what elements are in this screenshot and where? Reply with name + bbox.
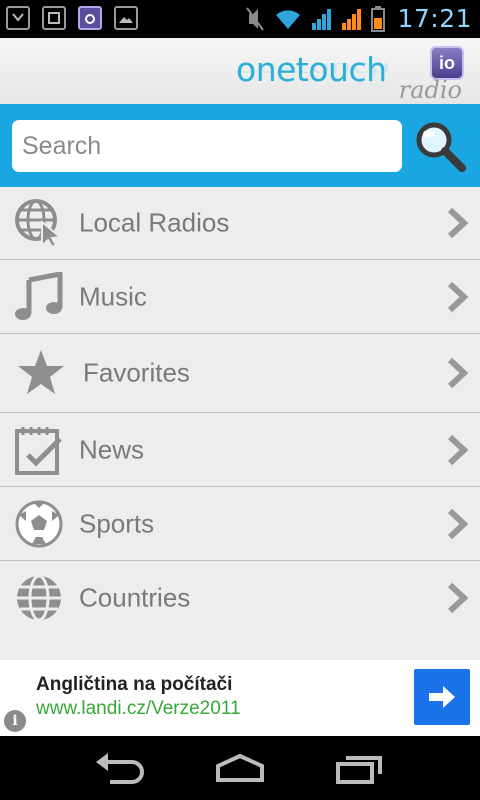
logo-subtitle: radio — [398, 76, 462, 104]
download-notification-icon — [6, 6, 30, 30]
logo-reflection: onetouch — [236, 58, 391, 80]
chevron-right-icon — [447, 281, 468, 312]
wifi-icon — [276, 9, 301, 29]
menu-item-label: Local Radios — [79, 207, 230, 238]
home-icon — [216, 753, 264, 782]
menu-item-label: News — [79, 434, 145, 464]
chevron-right-icon — [447, 207, 468, 239]
app-notification-icon — [42, 6, 66, 30]
system-icons: 17:21 — [245, 4, 472, 33]
search-bar — [0, 104, 480, 187]
navigation-bar — [0, 736, 480, 800]
music-note-icon — [15, 271, 63, 320]
search-button[interactable] — [412, 118, 468, 174]
chevron-right-icon — [447, 582, 468, 614]
recent-apps-button[interactable] — [330, 750, 390, 786]
menu-item-news[interactable]: News — [0, 413, 480, 487]
logo-badge: io — [430, 46, 464, 80]
globe-cursor-icon — [15, 199, 63, 248]
mute-icon — [246, 6, 265, 31]
menu-item-label: Sports — [79, 508, 155, 538]
search-input[interactable] — [12, 120, 402, 172]
menu-item-countries[interactable]: Countries — [0, 561, 480, 635]
app-header: onetouch onetouch io radio — [0, 38, 480, 104]
home-button[interactable] — [210, 750, 270, 786]
ad-title[interactable]: Angličtina na počítači — [36, 674, 232, 696]
soccer-ball-icon — [15, 500, 63, 547]
menu-item-local-radios[interactable]: Local Radios — [0, 187, 480, 260]
radio-notification-icon — [78, 6, 102, 30]
arrow-right-icon — [429, 686, 455, 708]
menu-item-label: Favorites — [83, 357, 190, 388]
menu-item-music[interactable]: Music — [0, 260, 480, 334]
menu-item-label: Countries — [79, 582, 191, 613]
menu-item-label: Music — [79, 281, 147, 311]
signal-icon — [312, 8, 332, 30]
chevron-right-icon — [447, 357, 468, 389]
signal-orange-icon — [342, 8, 362, 30]
star-icon — [18, 350, 64, 394]
image-notification-icon — [114, 6, 138, 30]
notification-icons — [6, 6, 138, 30]
chevron-right-icon — [447, 434, 468, 465]
ad-banner[interactable]: Angličtina na počítači www.landi.cz/Verz… — [0, 660, 480, 736]
info-icon[interactable]: i — [4, 710, 26, 732]
chevron-right-icon — [447, 508, 468, 539]
back-button[interactable] — [92, 750, 152, 786]
battery-icon — [371, 5, 386, 32]
recent-apps-icon — [336, 756, 382, 784]
menu-item-favorites[interactable]: Favorites — [0, 334, 480, 413]
status-bar: 17:21 — [0, 0, 480, 38]
app-screen: onetouch onetouch io radio Search Local … — [0, 38, 480, 660]
search-icon — [416, 122, 466, 172]
back-icon — [96, 753, 144, 784]
app-logo: onetouch onetouch io radio — [236, 44, 466, 104]
clock: 17:21 — [397, 4, 472, 33]
category-menu: Local Radios Music Favorites News Sports… — [0, 187, 480, 635]
globe-icon — [17, 574, 61, 622]
menu-item-sports[interactable]: Sports — [0, 487, 480, 561]
ad-go-button[interactable] — [414, 669, 470, 725]
checklist-icon — [15, 426, 62, 475]
ad-url[interactable]: www.landi.cz/Verze2011 — [36, 698, 241, 720]
